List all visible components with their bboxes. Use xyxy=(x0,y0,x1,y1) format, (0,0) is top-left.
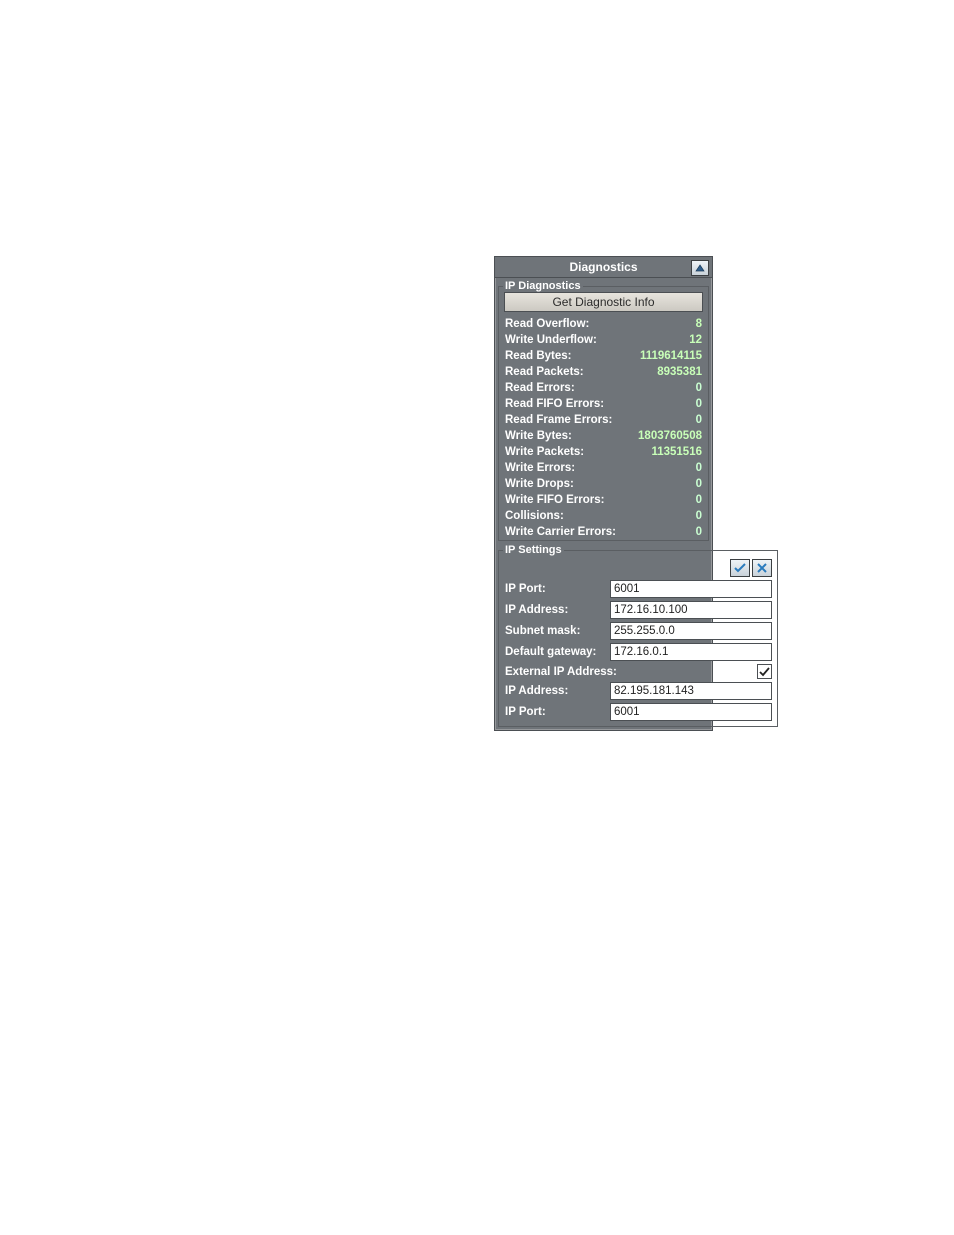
diag-label: Read Frame Errors: xyxy=(505,414,612,426)
diag-value: 1119614115 xyxy=(640,350,702,362)
row-external-ip-port: IP Port: xyxy=(499,702,777,726)
get-diagnostic-info-button[interactable]: Get Diagnostic Info xyxy=(504,292,703,312)
external-ip-address-label: IP Address: xyxy=(505,685,610,697)
diag-row-read-fifo-errors: Read FIFO Errors: 0 xyxy=(499,396,708,412)
diag-value: 0 xyxy=(696,414,702,426)
check-icon xyxy=(759,666,770,677)
diag-label: Write Bytes: xyxy=(505,430,572,442)
diag-label: Write Drops: xyxy=(505,478,574,490)
row-subnet-mask: Subnet mask: xyxy=(499,621,777,642)
default-gateway-label: Default gateway: xyxy=(505,646,610,658)
diag-value: 11351516 xyxy=(651,446,702,458)
diag-label: Read Errors: xyxy=(505,382,575,394)
ip-address-label: IP Address: xyxy=(505,604,610,616)
close-icon xyxy=(757,563,767,573)
diag-row-write-carrier-errors: Write Carrier Errors: 0 xyxy=(499,524,708,540)
check-icon xyxy=(734,563,746,573)
diag-row-write-bytes: Write Bytes: 1803760508 xyxy=(499,428,708,444)
diag-label: Write Underflow: xyxy=(505,334,597,346)
diag-label: Write Carrier Errors: xyxy=(505,526,616,538)
collapse-button[interactable] xyxy=(691,260,709,276)
diag-value: 0 xyxy=(696,510,702,522)
row-external-ip-address: IP Address: xyxy=(499,681,777,702)
diag-value: 0 xyxy=(696,398,702,410)
diag-label: Write Packets: xyxy=(505,446,584,458)
external-ip-checkbox[interactable] xyxy=(757,664,772,679)
external-ip-port-input[interactable] xyxy=(610,703,772,721)
diag-value: 12 xyxy=(689,334,702,346)
ip-settings-group: IP Settings IP Port: IP Address: S xyxy=(498,544,778,727)
ip-port-input[interactable] xyxy=(610,580,772,598)
diag-label: Read FIFO Errors: xyxy=(505,398,604,410)
diag-row-write-drops: Write Drops: 0 xyxy=(499,476,708,492)
diag-row-read-frame-errors: Read Frame Errors: 0 xyxy=(499,412,708,428)
diag-row-read-packets: Read Packets: 8935381 xyxy=(499,364,708,380)
default-gateway-input[interactable] xyxy=(610,643,772,661)
diag-label: Read Overflow: xyxy=(505,318,589,330)
ip-diagnostics-legend: IP Diagnostics xyxy=(503,280,583,292)
diag-label: Read Packets: xyxy=(505,366,584,378)
diag-value: 1803760508 xyxy=(638,430,702,442)
ip-diagnostics-group: IP Diagnostics Get Diagnostic Info Read … xyxy=(498,280,709,541)
diag-row-write-underflow: Write Underflow: 12 xyxy=(499,332,708,348)
ip-settings-legend: IP Settings xyxy=(503,544,564,556)
diag-label: Read Bytes: xyxy=(505,350,571,362)
row-ip-address: IP Address: xyxy=(499,600,777,621)
subnet-mask-label: Subnet mask: xyxy=(505,625,610,637)
diag-value: 8935381 xyxy=(657,366,702,378)
diag-value: 0 xyxy=(696,462,702,474)
diag-value: 8 xyxy=(696,318,702,330)
chevron-up-icon xyxy=(695,264,705,272)
row-default-gateway: Default gateway: xyxy=(499,642,777,663)
external-ip-address-input[interactable] xyxy=(610,682,772,700)
diag-row-read-errors: Read Errors: 0 xyxy=(499,380,708,396)
diag-row-write-errors: Write Errors: 0 xyxy=(499,460,708,476)
diag-value: 0 xyxy=(696,478,702,490)
row-ip-port: IP Port: xyxy=(499,579,777,600)
ip-address-input[interactable] xyxy=(610,601,772,619)
diag-label: Write FIFO Errors: xyxy=(505,494,604,506)
external-ip-label: External IP Address: xyxy=(505,666,639,678)
external-ip-port-label: IP Port: xyxy=(505,706,610,718)
diag-value: 0 xyxy=(696,494,702,506)
diag-row-read-bytes: Read Bytes: 1119614115 xyxy=(499,348,708,364)
diag-label: Collisions: xyxy=(505,510,564,522)
panel-title: Diagnostics xyxy=(569,260,637,274)
row-external-ip-toggle: External IP Address: xyxy=(499,663,777,681)
diagnostics-panel: Diagnostics IP Diagnostics Get Diagnosti… xyxy=(494,256,713,731)
subnet-mask-input[interactable] xyxy=(610,622,772,640)
diag-value: 0 xyxy=(696,382,702,394)
panel-titlebar: Diagnostics xyxy=(495,257,712,278)
diag-label: Write Errors: xyxy=(505,462,575,474)
ip-settings-actions xyxy=(499,556,777,579)
apply-button[interactable] xyxy=(730,559,750,577)
diag-row-write-packets: Write Packets: 11351516 xyxy=(499,444,708,460)
diag-row-write-fifo-errors: Write FIFO Errors: 0 xyxy=(499,492,708,508)
cancel-button[interactable] xyxy=(752,559,772,577)
diag-row-collisions: Collisions: 0 xyxy=(499,508,708,524)
diag-value: 0 xyxy=(696,526,702,538)
diag-row-read-overflow: Read Overflow: 8 xyxy=(499,316,708,332)
ip-port-label: IP Port: xyxy=(505,583,610,595)
